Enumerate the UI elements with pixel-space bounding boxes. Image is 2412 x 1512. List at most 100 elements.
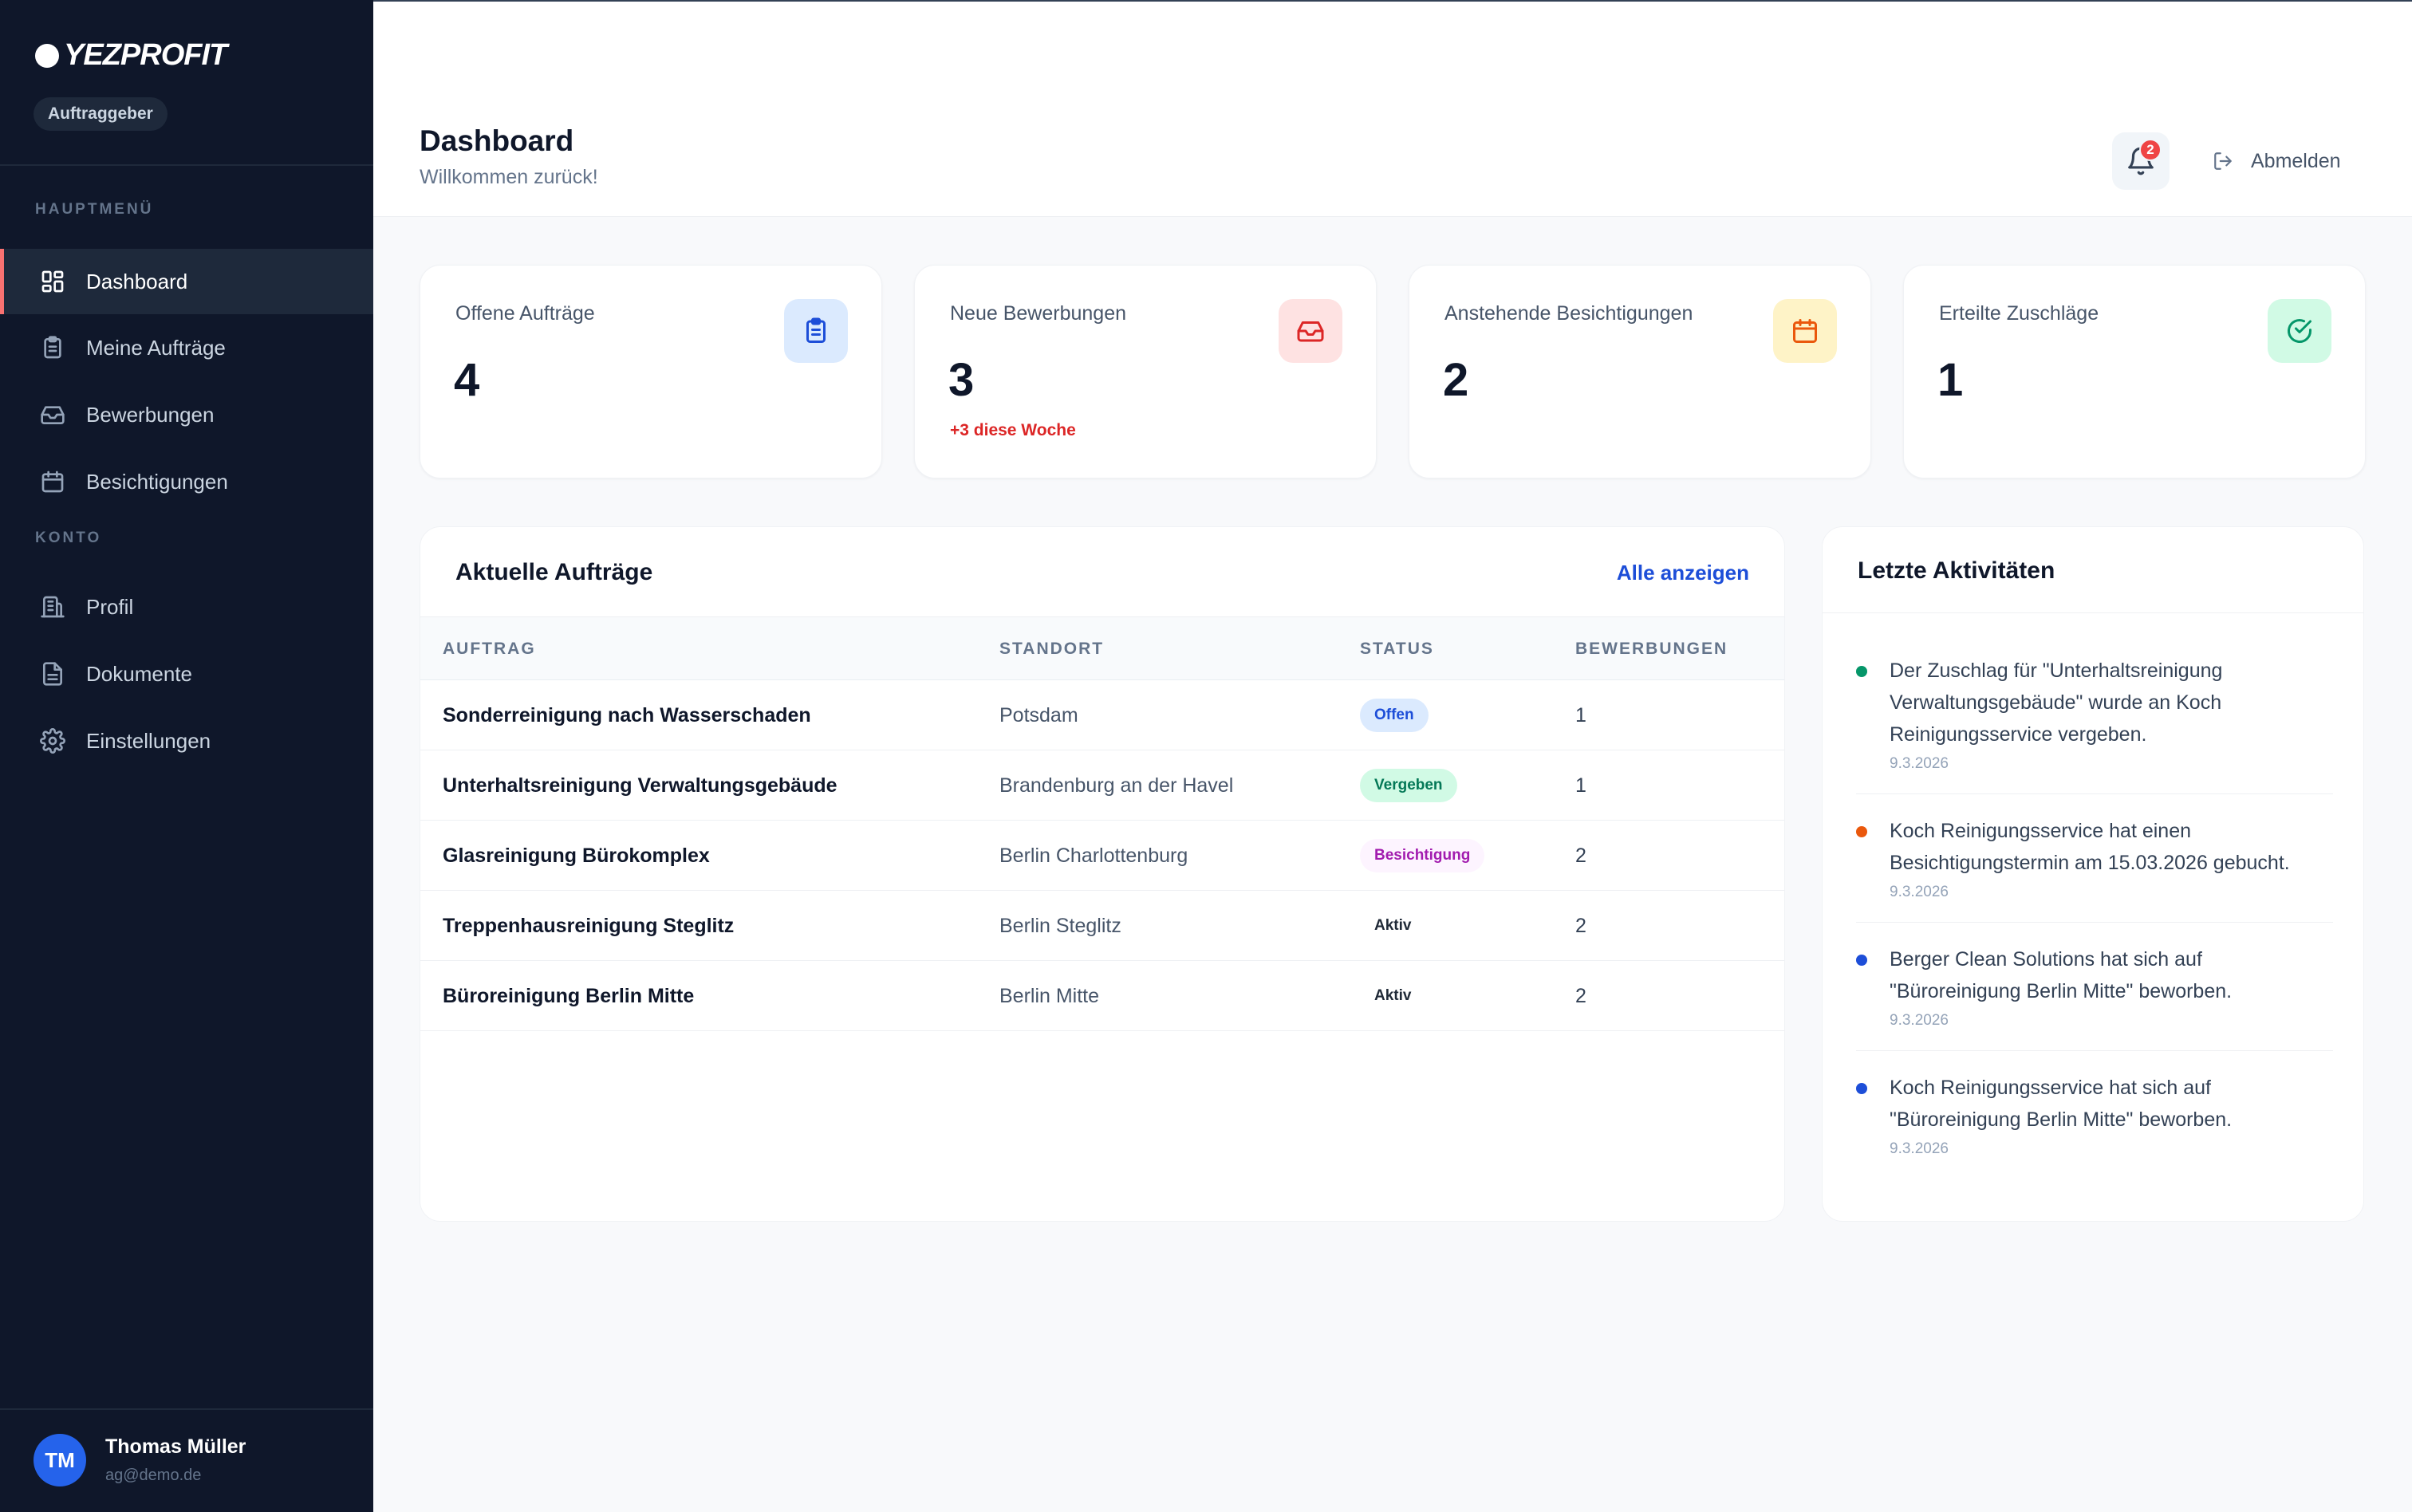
logo-dot-icon	[35, 43, 59, 68]
column-header-status: STATUS	[1360, 640, 1434, 658]
notifications-button[interactable]	[2112, 132, 2170, 190]
notification-count-badge: 2	[2139, 139, 2162, 161]
stat-note: +3 diese Woche	[950, 421, 1076, 439]
brand-logo[interactable]: YEZPROFIT	[35, 38, 227, 73]
sidebar-item-besichtigungen[interactable]: Besichtigungen	[0, 449, 373, 514]
status-badge: Offen	[1360, 699, 1429, 732]
user-profile[interactable]: TM Thomas Müller ag@demo.de	[34, 1434, 246, 1486]
order-applications: 2	[1575, 914, 1586, 937]
sidebar-item-einstellungen[interactable]: Einstellungen	[0, 708, 373, 774]
sidebar-item-label: Bewerbungen	[86, 402, 215, 427]
order-status: Aktiv	[1360, 891, 1425, 961]
activities-panel: Letzte Aktivitäten Der Zuschlag für "Unt…	[1822, 526, 2364, 1222]
activity-list: Der Zuschlag für "Unterhaltsreinigung Ve…	[1856, 655, 2333, 1158]
stat-value: 1	[1937, 354, 1964, 406]
table-row[interactable]: Glasreinigung Bürokomplex Berlin Charlot…	[420, 821, 1784, 891]
nav-section-main: HAUPTMENÜ	[35, 201, 154, 218]
logout-icon	[2213, 151, 2233, 171]
order-status: Vergeben	[1360, 750, 1457, 821]
calendar-icon	[1773, 299, 1837, 363]
order-title: Treppenhausreinigung Steglitz	[443, 914, 735, 937]
activity-dot-icon	[1856, 955, 1867, 966]
activity-date: 9.3.2026	[1890, 1012, 1949, 1029]
orders-panel: Aktuelle Aufträge Alle anzeigen AUFTRAG …	[420, 526, 1785, 1222]
stat-value: 4	[454, 354, 480, 406]
table-body: Sonderreinigung nach Wasserschaden Potsd…	[420, 680, 1784, 1031]
document-icon	[40, 661, 65, 687]
clipboard-icon	[40, 335, 65, 360]
stat-value: 3	[948, 354, 975, 406]
building-icon	[40, 594, 65, 620]
table-row[interactable]: Treppenhausreinigung Steglitz Berlin Ste…	[420, 891, 1784, 961]
sidebar-item-label: Profil	[86, 594, 134, 619]
sidebar-item-label: Besichtigungen	[86, 469, 228, 494]
inbox-icon	[1279, 299, 1342, 363]
order-title: Glasreinigung Bürokomplex	[443, 844, 710, 867]
sidebar: YEZPROFIT Auftraggeber HAUPTMENÜ Dashboa…	[0, 0, 373, 1512]
order-location: Berlin Steglitz	[999, 914, 1121, 937]
sidebar-item-dashboard[interactable]: Dashboard	[0, 249, 373, 314]
status-badge: Vergeben	[1360, 769, 1457, 802]
sidebar-item-meine-auftraege[interactable]: Meine Aufträge	[0, 315, 373, 380]
sidebar-item-label: Dokumente	[86, 661, 192, 686]
logout-label: Abmelden	[2251, 149, 2341, 172]
order-title: Büroreinigung Berlin Mitte	[443, 984, 695, 1007]
order-applications: 2	[1575, 844, 1586, 867]
calendar-icon	[40, 469, 65, 494]
sidebar-item-profil[interactable]: Profil	[0, 574, 373, 640]
activity-item[interactable]: Berger Clean Solutions hat sich auf "Bür…	[1856, 923, 2333, 1051]
order-title: Unterhaltsreinigung Verwaltungsgebäude	[443, 774, 838, 797]
order-applications: 1	[1575, 703, 1586, 726]
activity-item[interactable]: Der Zuschlag für "Unterhaltsreinigung Ve…	[1856, 655, 2333, 794]
order-location: Berlin Mitte	[999, 984, 1100, 1007]
order-location: Berlin Charlottenburg	[999, 844, 1188, 867]
table-header: AUFTRAG STANDORT STATUS BEWERBUNGEN	[420, 616, 1784, 680]
activity-item[interactable]: Koch Reinigungsservice hat einen Besicht…	[1856, 794, 2333, 923]
status-badge: Besichtigung	[1360, 839, 1485, 872]
sidebar-item-bewerbungen[interactable]: Bewerbungen	[0, 382, 373, 447]
stat-card-offene-auftraege[interactable]: Offene Aufträge 4	[420, 265, 882, 478]
check-circle-icon	[2268, 299, 2331, 363]
page-header: Dashboard Willkommen zurück!	[373, 2, 2412, 217]
sidebar-footer-divider	[0, 1408, 373, 1410]
order-title: Sonderreinigung nach Wasserschaden	[443, 703, 811, 726]
order-status: Besichtigung	[1360, 821, 1485, 891]
order-status: Offen	[1360, 680, 1429, 750]
stat-card-anstehende-besichtigungen[interactable]: Anstehende Besichtigungen 2	[1409, 265, 1871, 478]
table-row[interactable]: Unterhaltsreinigung Verwaltungsgebäude B…	[420, 750, 1784, 821]
order-applications: 2	[1575, 984, 1586, 1007]
activity-date: 9.3.2026	[1890, 1140, 1949, 1157]
order-location: Potsdam	[999, 703, 1078, 726]
activities-header: Letzte Aktivitäten	[1823, 527, 2363, 613]
role-badge: Auftraggeber	[34, 97, 168, 131]
page-subtitle: Willkommen zurück!	[420, 166, 598, 188]
sidebar-item-label: Dashboard	[86, 269, 188, 293]
page-title: Dashboard	[420, 124, 574, 157]
column-header-bewerbungen: BEWERBUNGEN	[1575, 640, 1728, 658]
view-all-link[interactable]: Alle anzeigen	[1617, 561, 1749, 585]
activity-item[interactable]: Koch Reinigungsservice hat sich auf "Bür…	[1856, 1051, 2333, 1158]
activity-date: 9.3.2026	[1890, 755, 1949, 772]
stat-label: Erteilte Zuschläge	[1939, 302, 2099, 325]
sidebar-item-dokumente[interactable]: Dokumente	[0, 641, 373, 707]
logout-button[interactable]: Abmelden	[2213, 144, 2341, 179]
sidebar-divider	[0, 164, 373, 166]
stat-card-erteilte-zuschlaege[interactable]: Erteilte Zuschläge 1	[1903, 265, 2366, 478]
user-email: ag@demo.de	[105, 1467, 202, 1484]
brand-name: YEZPROFIT	[64, 38, 227, 72]
stat-label: Neue Bewerbungen	[950, 302, 1126, 325]
inbox-icon	[40, 402, 65, 427]
orders-title: Aktuelle Aufträge	[455, 559, 653, 585]
stat-card-neue-bewerbungen[interactable]: Neue Bewerbungen 3 +3 diese Woche	[914, 265, 1377, 478]
order-status: Aktiv	[1360, 961, 1425, 1031]
activity-date: 9.3.2026	[1890, 884, 1949, 900]
column-header-standort: STANDORT	[999, 640, 1105, 658]
stat-value: 2	[1443, 354, 1469, 406]
activity-dot-icon	[1856, 826, 1867, 837]
table-row[interactable]: Büroreinigung Berlin Mitte Berlin Mitte …	[420, 961, 1784, 1031]
activity-text: Der Zuschlag für "Unterhaltsreinigung Ve…	[1890, 660, 2223, 746]
table-row[interactable]: Sonderreinigung nach Wasserschaden Potsd…	[420, 680, 1784, 750]
dashboard-icon	[40, 269, 65, 294]
gear-icon	[40, 728, 65, 754]
activity-text: Berger Clean Solutions hat sich auf "Bür…	[1890, 948, 2233, 1002]
